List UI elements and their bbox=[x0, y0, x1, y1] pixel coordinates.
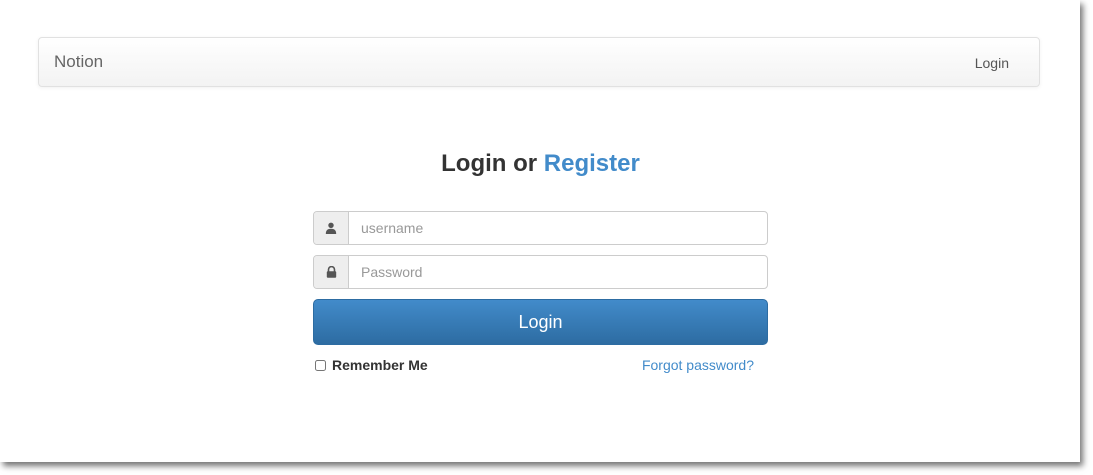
remember-me[interactable]: Remember Me bbox=[314, 357, 428, 373]
username-input[interactable] bbox=[349, 212, 767, 244]
register-link[interactable]: Register bbox=[544, 150, 640, 177]
page-title: Login or Register bbox=[313, 150, 768, 178]
username-input-group bbox=[313, 211, 768, 245]
browser-window: Notion Login Login or Register Login Rem… bbox=[0, 0, 1080, 462]
login-button[interactable]: Login bbox=[313, 299, 768, 345]
heading-prefix: Login or bbox=[441, 150, 544, 177]
remember-me-label: Remember Me bbox=[332, 357, 428, 373]
password-input-group bbox=[313, 255, 768, 289]
password-input[interactable] bbox=[349, 256, 767, 288]
user-icon bbox=[314, 212, 349, 244]
remember-me-checkbox[interactable] bbox=[315, 359, 326, 371]
forgot-password-link[interactable]: Forgot password? bbox=[642, 357, 754, 373]
lock-icon bbox=[314, 256, 349, 288]
brand-link[interactable]: Notion bbox=[54, 52, 103, 72]
nav-login-link[interactable]: Login bbox=[975, 55, 1009, 71]
navbar: Notion Login bbox=[38, 37, 1040, 87]
